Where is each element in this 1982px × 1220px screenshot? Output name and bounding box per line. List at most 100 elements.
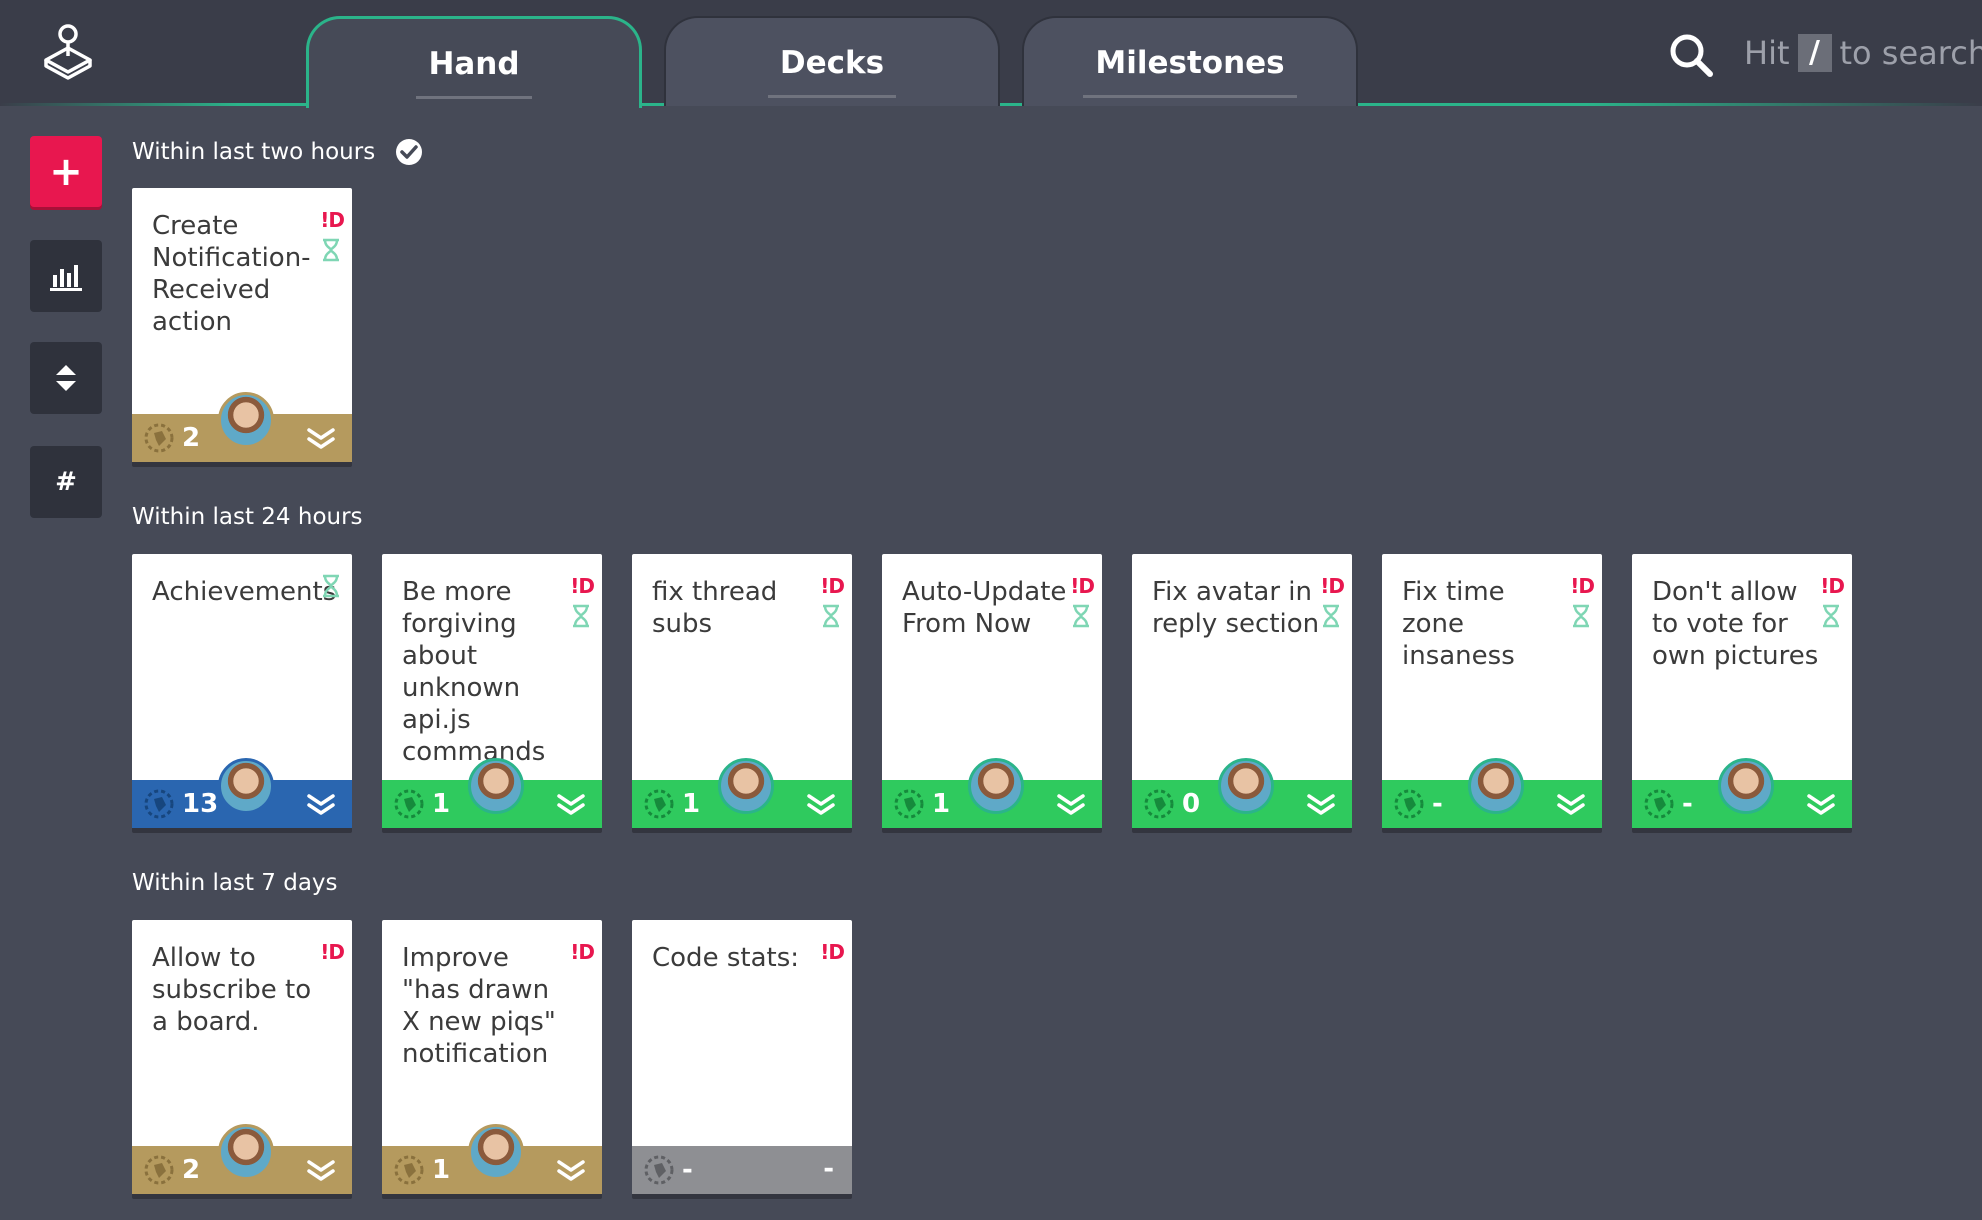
card-points: 0 bbox=[1182, 789, 1201, 819]
hourglass-icon bbox=[323, 574, 339, 598]
points-badge-icon bbox=[144, 1155, 174, 1185]
avatar[interactable] bbox=[218, 758, 274, 814]
card-points: 2 bbox=[182, 423, 201, 453]
task-card[interactable]: Code stats: !D - - bbox=[632, 920, 852, 1194]
card-title: Allow to subscribe to a board. bbox=[152, 943, 312, 1037]
sort-button[interactable] bbox=[30, 342, 102, 414]
card-title: Achievements bbox=[152, 577, 337, 607]
points-badge-icon bbox=[1394, 789, 1424, 819]
section-title-label: Within last 24 hours bbox=[132, 504, 363, 530]
points-badge-icon bbox=[144, 423, 174, 453]
chevron-down-icon[interactable] bbox=[1556, 793, 1586, 817]
search-hint-prefix: Hit bbox=[1744, 34, 1790, 72]
chevron-down-icon[interactable] bbox=[556, 1159, 586, 1183]
points-badge-icon bbox=[1144, 789, 1174, 819]
chevron-down-icon[interactable] bbox=[806, 793, 836, 817]
task-card[interactable]: Be more forgiving about unknown api.js c… bbox=[382, 554, 602, 828]
section-title-7-days: Within last 7 days bbox=[132, 870, 338, 896]
hourglass-icon bbox=[823, 604, 839, 628]
chevron-down-icon[interactable] bbox=[1056, 793, 1086, 817]
chevron-down-icon[interactable] bbox=[1806, 793, 1836, 817]
card-points: 2 bbox=[182, 1155, 201, 1185]
points-badge-icon bbox=[644, 1155, 674, 1185]
task-card[interactable]: Auto-Update From Now !D 1 bbox=[882, 554, 1102, 828]
points-badge-icon bbox=[644, 789, 674, 819]
check-circle-icon[interactable] bbox=[395, 138, 423, 166]
tab-hand[interactable]: Hand bbox=[306, 16, 642, 108]
task-card[interactable]: Achievements 13 bbox=[132, 554, 352, 828]
priority-flag: !D bbox=[820, 940, 845, 964]
search-icon[interactable] bbox=[1668, 32, 1714, 78]
section-title-two-hours: Within last two hours bbox=[132, 138, 423, 166]
hourglass-icon bbox=[573, 604, 589, 628]
plus-icon: + bbox=[49, 148, 83, 195]
card-title: Code stats: bbox=[652, 943, 799, 973]
task-card[interactable]: Don't allow to vote for own pictures !D - bbox=[1632, 554, 1852, 828]
avatar[interactable] bbox=[1218, 758, 1274, 814]
card-title: Fix time zone insaness bbox=[1402, 577, 1515, 671]
hourglass-icon bbox=[1323, 604, 1339, 628]
card-footer-right-text: - bbox=[823, 1154, 834, 1184]
priority-flag: !D bbox=[320, 208, 345, 232]
card-title: Improve "has drawn X new piqs" notificat… bbox=[402, 943, 556, 1069]
task-card[interactable]: fix thread subs !D 1 bbox=[632, 554, 852, 828]
priority-flag: !D bbox=[570, 940, 595, 964]
sort-arrows-icon bbox=[56, 365, 76, 391]
card-title: Don't allow to vote for own pictures bbox=[1652, 577, 1819, 671]
card-points: - bbox=[1682, 789, 1693, 819]
hourglass-icon bbox=[323, 238, 339, 262]
task-card[interactable]: Improve "has drawn X new piqs" notificat… bbox=[382, 920, 602, 1194]
avatar[interactable] bbox=[218, 392, 274, 448]
card-points: - bbox=[682, 1155, 693, 1185]
section-title-label: Within last two hours bbox=[132, 139, 376, 165]
chevron-down-icon[interactable] bbox=[1306, 793, 1336, 817]
search-hint-suffix: to search bbox=[1839, 34, 1982, 72]
avatar[interactable] bbox=[1468, 758, 1524, 814]
avatar[interactable] bbox=[1718, 758, 1774, 814]
card-title: Create Notification-Received action bbox=[152, 211, 311, 337]
card-points: 1 bbox=[682, 789, 701, 819]
avatar[interactable] bbox=[218, 1124, 274, 1180]
tags-button[interactable]: # bbox=[30, 446, 102, 518]
task-card[interactable]: Fix time zone insaness !D - bbox=[1382, 554, 1602, 828]
task-card[interactable]: Fix avatar in reply section !D 0 bbox=[1132, 554, 1352, 828]
card-footer: -- bbox=[632, 1146, 852, 1194]
add-card-button[interactable]: + bbox=[30, 136, 102, 207]
task-card[interactable]: Create Notification-Received action !D 2 bbox=[132, 188, 352, 462]
top-bar: Hand Decks Milestones Hit / to search bbox=[0, 0, 1982, 108]
points-badge-icon bbox=[394, 1155, 424, 1185]
chevron-down-icon[interactable] bbox=[306, 427, 336, 451]
hash-icon: # bbox=[55, 467, 77, 497]
task-card[interactable]: Allow to subscribe to a board. !D 2 bbox=[132, 920, 352, 1194]
card-points: 13 bbox=[182, 789, 219, 819]
bar-chart-icon bbox=[50, 265, 82, 291]
card-title: fix thread subs bbox=[652, 577, 778, 639]
section-title-24-hours: Within last 24 hours bbox=[132, 504, 363, 530]
tab-decks[interactable]: Decks bbox=[664, 16, 1000, 106]
avatar[interactable] bbox=[968, 758, 1024, 814]
joystick-logo-icon[interactable] bbox=[40, 22, 96, 82]
tab-milestones[interactable]: Milestones bbox=[1022, 16, 1358, 106]
points-badge-icon bbox=[894, 789, 924, 819]
card-title: Auto-Update From Now bbox=[902, 577, 1067, 639]
chevron-down-icon[interactable] bbox=[556, 793, 586, 817]
search-hint[interactable]: Hit / to search bbox=[1744, 34, 1982, 72]
priority-flag: !D bbox=[820, 574, 845, 598]
priority-flag: !D bbox=[1820, 574, 1845, 598]
avatar[interactable] bbox=[468, 758, 524, 814]
card-points: 1 bbox=[932, 789, 951, 819]
card-title: Be more forgiving about unknown api.js c… bbox=[402, 577, 546, 767]
points-badge-icon bbox=[394, 789, 424, 819]
section-title-label: Within last 7 days bbox=[132, 870, 338, 896]
card-title: Fix avatar in reply section bbox=[1152, 577, 1320, 639]
avatar[interactable] bbox=[718, 758, 774, 814]
priority-flag: !D bbox=[320, 940, 345, 964]
stats-button[interactable] bbox=[30, 240, 102, 312]
avatar[interactable] bbox=[468, 1124, 524, 1180]
card-points: 1 bbox=[432, 1155, 451, 1185]
chevron-down-icon[interactable] bbox=[306, 793, 336, 817]
priority-flag: !D bbox=[1570, 574, 1595, 598]
hourglass-icon bbox=[1573, 604, 1589, 628]
chevron-down-icon[interactable] bbox=[306, 1159, 336, 1183]
hourglass-icon bbox=[1073, 604, 1089, 628]
